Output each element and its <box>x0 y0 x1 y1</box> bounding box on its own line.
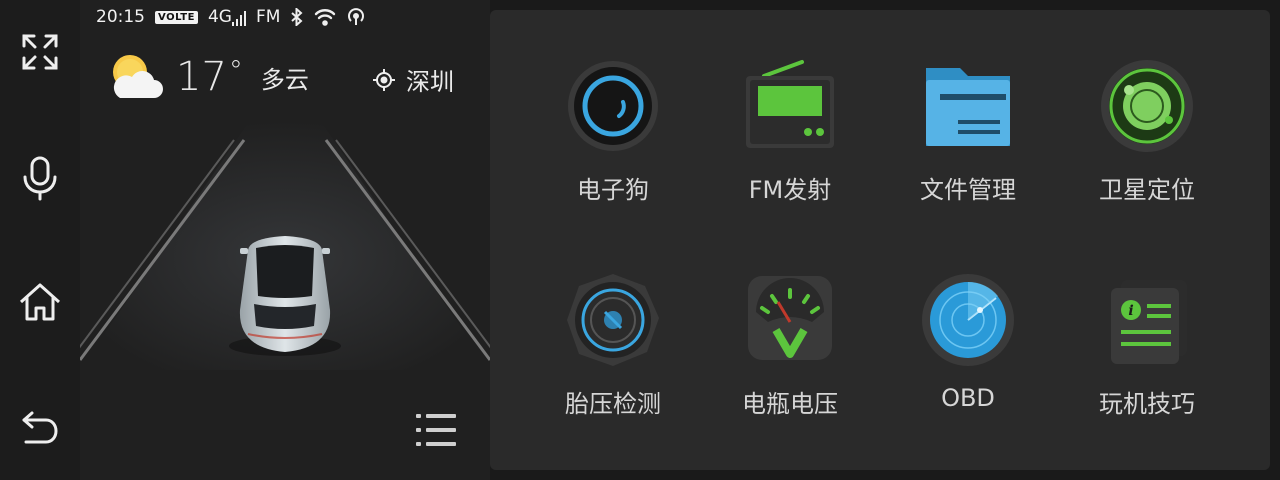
app-label: 玩机技巧 <box>1099 390 1195 418</box>
drive-panel: 20:15 VOLTE 4G FM 17° 多云 深圳 <box>80 0 490 480</box>
folder-icon <box>926 68 1010 146</box>
app-tire-pressure[interactable]: 胎压检测 <box>523 272 703 442</box>
left-rail <box>0 0 80 480</box>
gps-icon <box>1101 60 1193 152</box>
app-label: 电子狗 <box>577 176 649 204</box>
fm-radio-icon <box>746 60 834 148</box>
hotspot-icon <box>348 8 365 25</box>
degree-symbol: ° <box>228 54 243 87</box>
partly-cloudy-icon <box>113 55 163 98</box>
app-file-manager[interactable]: 文件管理 <box>878 58 1058 228</box>
app-label: 卫星定位 <box>1099 176 1195 204</box>
clock: 20:15 <box>96 7 145 27</box>
microphone-icon <box>23 156 57 201</box>
app-label: 电瓶电压 <box>742 390 838 418</box>
radar-icon <box>922 274 1014 366</box>
wifi-icon <box>315 9 336 26</box>
tips-icon: i <box>1111 280 1187 364</box>
home-icon <box>19 283 61 321</box>
fullscreen-icon <box>22 34 58 70</box>
bluetooth-icon <box>291 8 303 26</box>
back-icon <box>22 411 58 444</box>
signal-bars-icon <box>231 11 246 26</box>
app-battery-voltage[interactable]: 电瓶电压 <box>700 272 880 442</box>
app-fm-transmitter[interactable]: FM发射 <box>700 58 880 228</box>
fm-indicator: FM <box>255 7 281 27</box>
back-button[interactable] <box>14 402 66 454</box>
speed-camera-icon <box>568 61 658 151</box>
list-menu-icon <box>416 414 456 446</box>
voltmeter-icon <box>748 276 832 360</box>
signal-indicator: 4G <box>208 7 246 27</box>
app-tips[interactable]: i 玩机技巧 <box>1057 272 1237 442</box>
svg-text:i: i <box>1128 303 1133 319</box>
home-button[interactable] <box>14 276 66 328</box>
fullscreen-button[interactable] <box>14 26 66 78</box>
app-label: 文件管理 <box>920 176 1016 204</box>
app-speed-camera[interactable]: 电子狗 <box>523 58 703 228</box>
locate-icon <box>373 68 395 91</box>
location-widget[interactable]: 深圳 <box>372 62 454 97</box>
network-type: 4G <box>207 7 232 27</box>
voice-button[interactable] <box>14 152 66 204</box>
app-label: 胎压检测 <box>565 390 661 418</box>
app-label: FM发射 <box>748 176 832 204</box>
app-obd[interactable]: OBD <box>878 272 1058 442</box>
list-menu-button[interactable] <box>414 410 458 450</box>
city-name: 深圳 <box>406 68 454 96</box>
weather-widget[interactable]: 17° 多云 <box>106 52 309 102</box>
temperature: 17° <box>176 54 243 100</box>
volte-badge: VOLTE <box>155 10 198 24</box>
app-label: OBD <box>941 384 995 412</box>
status-bar: 20:15 VOLTE 4G FM <box>96 4 366 30</box>
tire-pressure-icon <box>567 274 659 366</box>
app-grid: 电子狗 FM发射 文件管理 卫星定位 胎压检测 电瓶电压 OBD i 玩机技巧 <box>490 10 1270 470</box>
weather-condition: 多云 <box>260 65 309 94</box>
app-gps[interactable]: 卫星定位 <box>1057 58 1237 228</box>
